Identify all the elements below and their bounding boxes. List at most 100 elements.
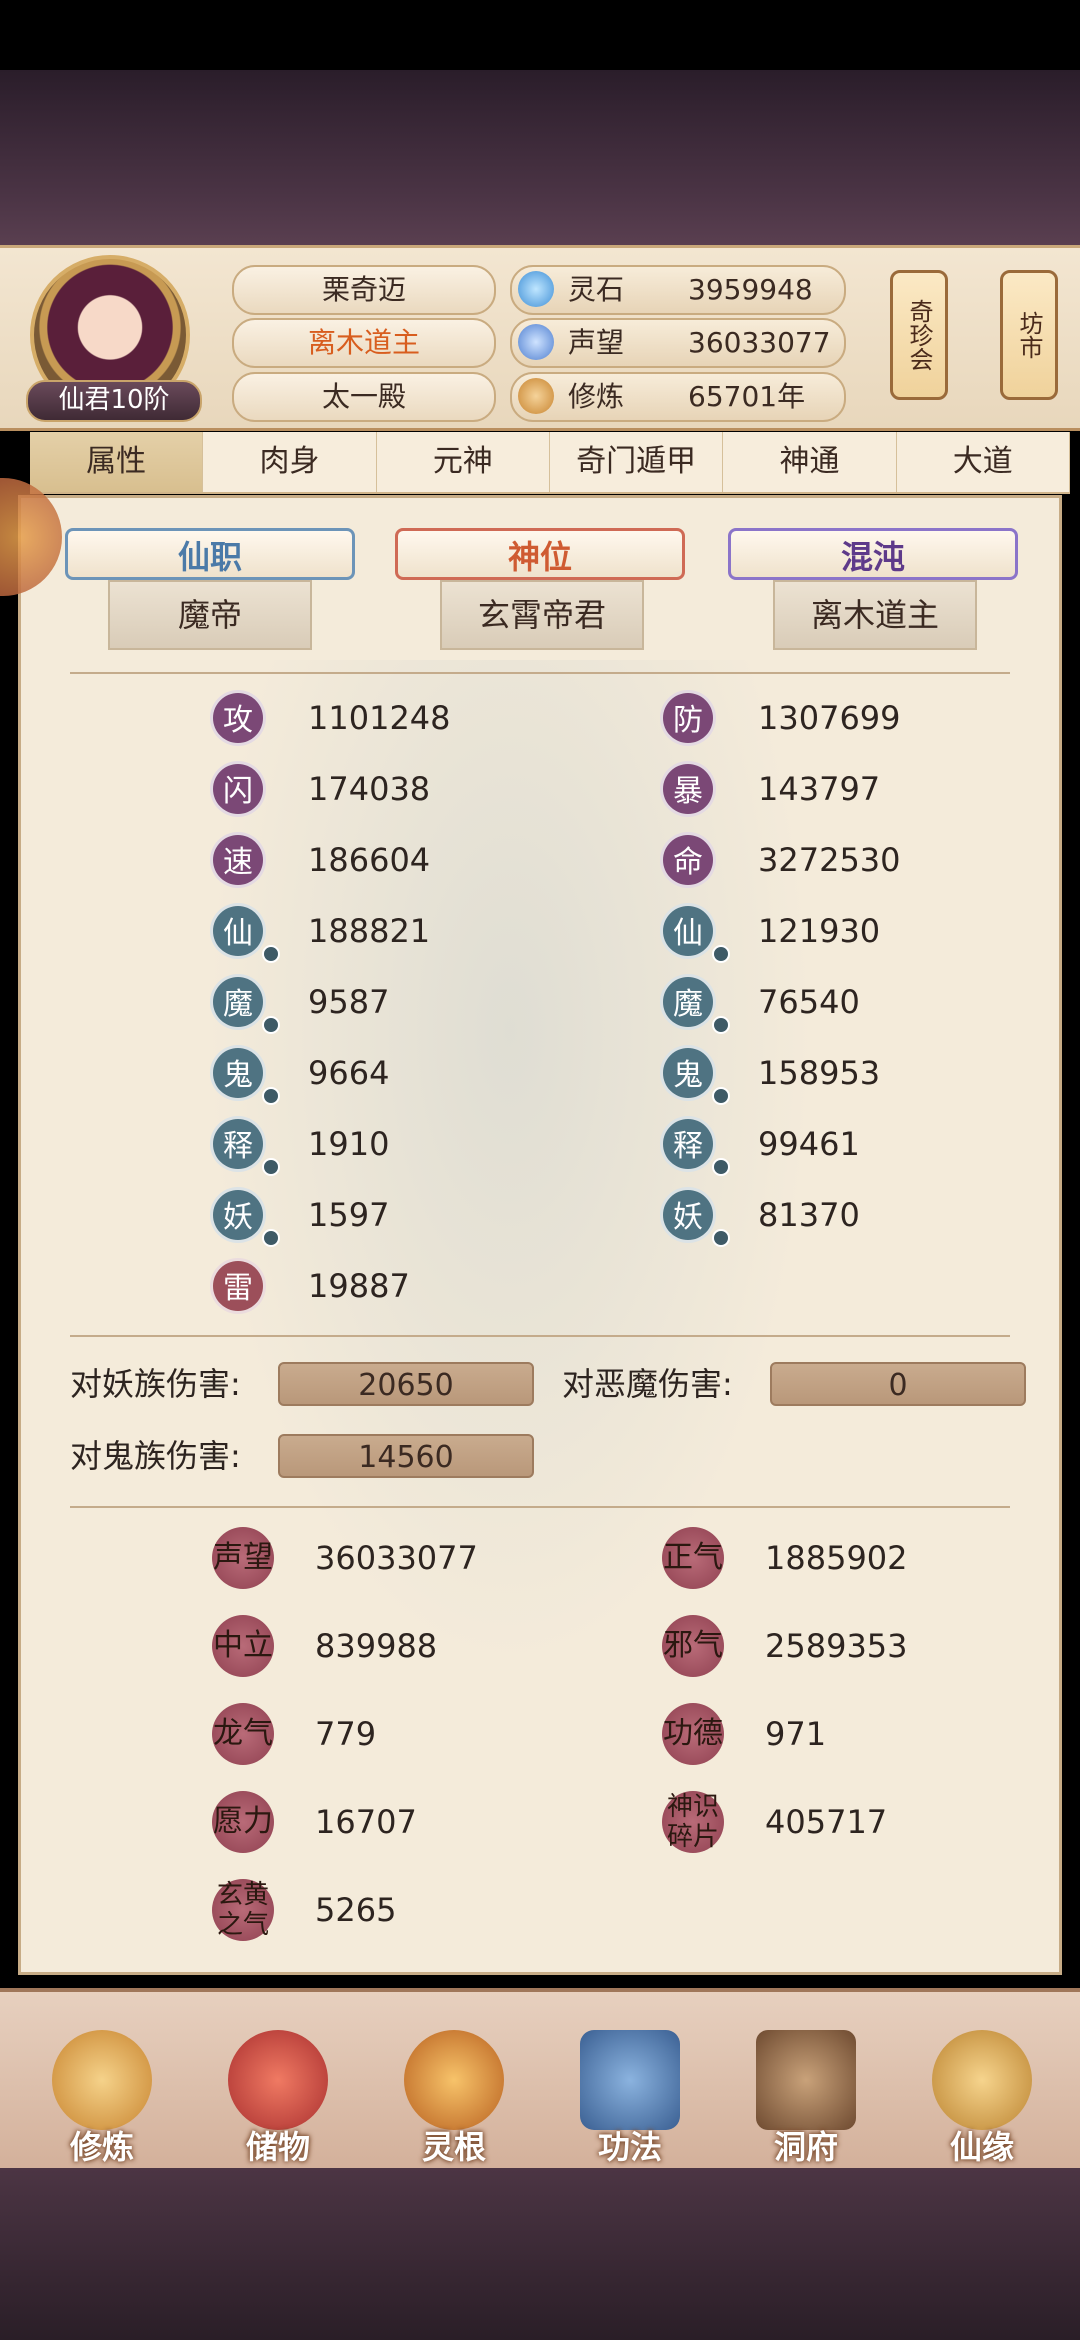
attack-type-icon: [262, 1087, 280, 1105]
nav-cave-abode[interactable]: 洞府: [746, 2030, 866, 2170]
damage-label: 对恶魔伤害:: [562, 1365, 733, 1403]
stat-icon: 防: [660, 690, 716, 746]
attr-chip: 龙气: [212, 1703, 274, 1765]
bottom-nav: [0, 1988, 1080, 2172]
stat-hp: 3272530: [758, 841, 901, 879]
stat-icon: 雷: [210, 1258, 266, 1314]
attr-chip: 玄黄之气: [212, 1879, 274, 1941]
nav-spirit-root[interactable]: 灵根: [394, 2030, 514, 2170]
tab-body[interactable]: 肉身: [203, 432, 377, 492]
title-immortal-post: 魔帝: [108, 580, 312, 650]
stat-defense: 1307699: [758, 699, 901, 737]
attr-righteous: 1885902: [765, 1539, 908, 1577]
gourd-icon: [932, 2030, 1032, 2130]
stat-icon: 速: [210, 832, 266, 888]
stat-demon-defense: 76540: [758, 983, 860, 1021]
stat-icon: 闪: [210, 761, 266, 817]
tab-spirit[interactable]: 元神: [377, 432, 550, 492]
stat-buddha-defense: 99461: [758, 1125, 860, 1163]
attack-type-icon: [262, 1158, 280, 1176]
attr-chip: 神识碎片: [662, 1791, 724, 1853]
stat-icon: 释: [660, 1116, 716, 1172]
resource-value: 65701年: [688, 380, 806, 413]
attr-chip: 声望: [212, 1527, 274, 1589]
tab-bar: 属性 肉身 元神 奇门遁甲 神通 大道: [30, 432, 1070, 494]
stat-speed: 186604: [308, 841, 431, 879]
character-art: [180, 660, 840, 1720]
stat-demon-attack: 9587: [308, 983, 390, 1021]
divider: [70, 672, 1010, 674]
resource-cultivation: 修炼 65701年: [510, 372, 846, 422]
damage-label: 对妖族伤害:: [70, 1365, 241, 1403]
title-divine-rank: 玄霄帝君: [440, 580, 644, 650]
attr-chip: 功德: [662, 1703, 724, 1765]
stat-ghost-defense: 158953: [758, 1054, 881, 1092]
tab-dao[interactable]: 大道: [897, 432, 1070, 492]
nav-label: 修炼: [69, 2128, 134, 2166]
stat-icon: 释: [210, 1116, 266, 1172]
stat-icon: 暴: [660, 761, 716, 817]
nav-immortal-fate[interactable]: 仙缘: [922, 2030, 1042, 2170]
tab-qimen[interactable]: 奇门遁甲: [550, 432, 724, 492]
title-chaos: 离木道主: [773, 580, 977, 650]
attr-reputation: 36033077: [315, 1539, 478, 1577]
attr-chip: 中立: [212, 1615, 274, 1677]
stat-icon: 仙: [660, 903, 716, 959]
attack-type-icon: [262, 1016, 280, 1034]
stat-icon: 魔: [660, 974, 716, 1030]
bottom-decor: [0, 2168, 1080, 2340]
damage-vs-ghost: 14560: [278, 1434, 534, 1478]
tab-attributes[interactable]: 属性: [30, 432, 204, 492]
nav-label: 仙缘: [949, 2128, 1014, 2166]
nav-techniques[interactable]: 功法: [570, 2030, 690, 2170]
nav-label: 洞府: [773, 2128, 838, 2166]
defense-type-icon: [712, 1016, 730, 1034]
stat-crit: 143797: [758, 770, 881, 808]
defense-type-icon: [712, 945, 730, 963]
resource-label: 灵石: [568, 273, 625, 306]
screen: 仙君10阶 栗奇迈 离木道主 太一殿 灵石 3959948 声望 3603307…: [0, 0, 1080, 2340]
resource-spirit-stone: 灵石 3959948: [510, 265, 846, 315]
treasure-auction-button[interactable]: 奇珍会: [890, 270, 948, 400]
spirit-stone-icon: [518, 271, 554, 307]
meditation-icon: [518, 378, 554, 414]
tab-abilities[interactable]: 神通: [723, 432, 897, 492]
attr-merit: 971: [765, 1715, 827, 1753]
stat-attack: 1101248: [308, 699, 451, 737]
defense-type-icon: [712, 1087, 730, 1105]
spirit-root-icon: [404, 2030, 504, 2130]
resource-value: 36033077: [688, 326, 831, 359]
attr-wish-power: 16707: [315, 1803, 417, 1841]
defense-type-icon: [712, 1158, 730, 1176]
technique-book-icon: [580, 2030, 680, 2130]
attr-neutral: 839988: [315, 1627, 438, 1665]
cave-abode-icon: [756, 2030, 856, 2130]
nav-cultivate[interactable]: 修炼: [42, 2030, 162, 2170]
stat-icon: 魔: [210, 974, 266, 1030]
attack-type-icon: [262, 945, 280, 963]
resource-reputation: 声望 36033077: [510, 318, 846, 368]
nav-storage[interactable]: 储物: [218, 2030, 338, 2170]
market-button[interactable]: 坊市: [1000, 270, 1058, 400]
stat-icon: 鬼: [210, 1045, 266, 1101]
stat-icon: 妖: [660, 1187, 716, 1243]
damage-vs-yao: 20650: [278, 1362, 534, 1406]
stat-icon: 鬼: [660, 1045, 716, 1101]
defense-type-icon: [712, 1229, 730, 1247]
stat-icon: 命: [660, 832, 716, 888]
attack-type-icon: [262, 1229, 280, 1247]
resource-label: 修炼: [568, 380, 625, 413]
resource-value: 3959948: [688, 273, 813, 306]
stat-thunder: 19887: [308, 1267, 410, 1305]
player-title: 离木道主: [232, 318, 496, 368]
side-button-label: 坊市: [1015, 311, 1043, 359]
attr-chip: 正气: [662, 1527, 724, 1589]
storage-bag-icon: [228, 2030, 328, 2130]
nav-label: 储物: [245, 2128, 310, 2166]
divider: [70, 1335, 1010, 1337]
rank-badge: 仙君10阶: [26, 380, 202, 422]
stat-icon: 妖: [210, 1187, 266, 1243]
reputation-icon: [518, 324, 554, 360]
divider: [70, 1506, 1010, 1508]
player-sect: 太一殿: [232, 372, 496, 422]
